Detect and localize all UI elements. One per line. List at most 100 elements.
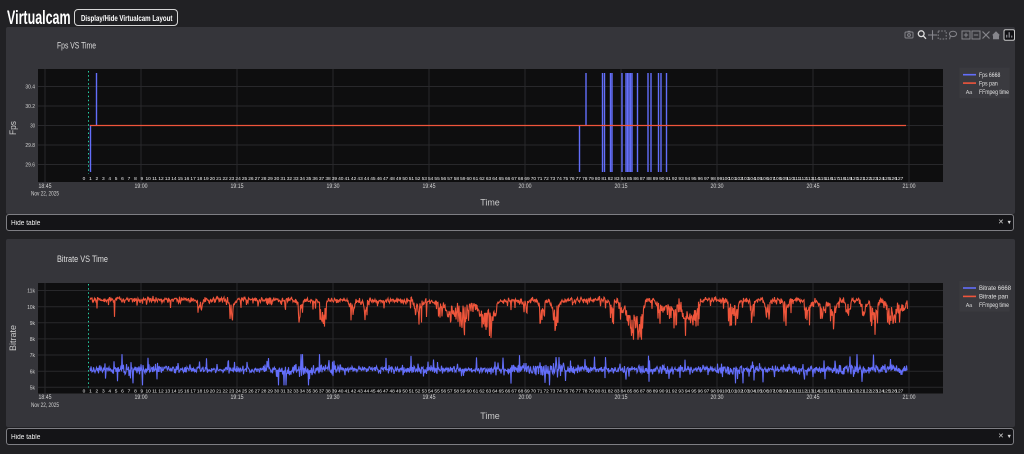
svg-text:35: 35 [306,176,312,182]
svg-text:22: 22 [223,389,229,395]
svg-text:29: 29 [268,176,274,182]
svg-text:70: 70 [531,176,537,182]
svg-text:7: 7 [128,389,131,395]
svg-text:19:30: 19:30 [327,394,340,401]
svg-text:66: 66 [505,389,511,395]
svg-text:Bitrate: Bitrate [7,325,18,351]
svg-text:50: 50 [402,176,408,182]
svg-text:2: 2 [95,176,98,182]
svg-text:81: 81 [601,176,607,182]
svg-text:7: 7 [128,176,131,182]
svg-text:76: 76 [569,176,575,182]
svg-text:96: 96 [698,176,704,182]
svg-text:94: 94 [685,176,691,182]
svg-text:Fps VS Time: Fps VS Time [57,41,96,52]
svg-text:19:15: 19:15 [231,183,244,190]
svg-text:12: 12 [158,389,164,395]
svg-text:44: 44 [364,176,370,182]
svg-text:57: 57 [447,176,453,182]
svg-text:93: 93 [678,389,684,395]
svg-text:11k: 11k [27,289,35,295]
svg-text:7k: 7k [30,353,35,359]
svg-text:19:00: 19:00 [135,183,148,190]
svg-text:29.8: 29.8 [25,143,35,149]
svg-text:86: 86 [633,176,639,182]
svg-text:29: 29 [268,389,274,395]
svg-text:20:15: 20:15 [615,183,628,190]
svg-text:0: 0 [83,176,86,182]
svg-text:55: 55 [434,176,440,182]
svg-text:20:15: 20:15 [615,394,628,401]
svg-text:97: 97 [704,176,710,182]
svg-text:58: 58 [454,176,460,182]
svg-text:8: 8 [134,176,137,182]
svg-text:80: 80 [595,389,601,395]
svg-text:20: 20 [210,389,216,395]
svg-text:43: 43 [357,389,363,395]
svg-text:61: 61 [473,176,479,182]
svg-text:59: 59 [460,389,466,395]
svg-text:24: 24 [235,176,241,182]
svg-text:18: 18 [197,389,203,395]
svg-text:51: 51 [409,389,415,395]
svg-text:Bitrate pan: Bitrate pan [979,294,1009,301]
svg-text:6: 6 [121,176,124,182]
svg-text:19:45: 19:45 [423,183,436,190]
svg-text:30.2: 30.2 [25,104,35,110]
svg-text:76: 76 [569,389,575,395]
svg-text:42: 42 [351,389,357,395]
svg-text:21:00: 21:00 [903,394,916,401]
svg-text:6k: 6k [30,369,35,375]
svg-text:31: 31 [280,389,286,395]
svg-text:20:45: 20:45 [807,183,820,190]
svg-text:40: 40 [338,176,344,182]
svg-text:41: 41 [345,176,351,182]
svg-text:5: 5 [115,176,118,182]
svg-text:67: 67 [511,389,517,395]
svg-text:37: 37 [319,389,325,395]
svg-text:90: 90 [659,389,665,395]
svg-text:Time: Time [480,197,500,208]
svg-text:16: 16 [184,176,190,182]
svg-text:60: 60 [467,176,473,182]
svg-text:Time: Time [480,410,500,421]
svg-text:94: 94 [685,389,691,395]
svg-text:16: 16 [184,389,190,395]
svg-text:87: 87 [640,176,646,182]
svg-text:20:30: 20:30 [711,394,724,401]
svg-text:63: 63 [486,389,492,395]
svg-text:95: 95 [691,389,697,395]
svg-text:71: 71 [537,176,543,182]
svg-text:13: 13 [165,389,171,395]
svg-text:54: 54 [428,176,434,182]
svg-text:10: 10 [146,176,152,182]
svg-text:91: 91 [666,389,672,395]
svg-text:30: 30 [274,176,280,182]
svg-text:48: 48 [390,176,396,182]
svg-text:52: 52 [415,176,421,182]
svg-text:15: 15 [178,176,184,182]
svg-text:3: 3 [102,176,105,182]
svg-text:Fps: Fps [7,121,18,135]
svg-text:45: 45 [370,389,376,395]
svg-text:34: 34 [300,176,306,182]
svg-text:87: 87 [640,389,646,395]
svg-text:0: 0 [83,389,86,395]
svg-text:127: 127 [895,176,903,182]
svg-text:Fps 6668: Fps 6668 [979,72,1001,79]
svg-text:60: 60 [467,389,473,395]
svg-text:Nov 22, 2025: Nov 22, 2025 [31,192,60,198]
svg-text:70: 70 [531,389,537,395]
svg-text:46: 46 [377,176,383,182]
svg-text:30.4: 30.4 [25,85,35,91]
svg-text:42: 42 [351,176,357,182]
svg-text:81: 81 [601,389,607,395]
svg-text:93: 93 [678,176,684,182]
svg-text:61: 61 [473,389,479,395]
svg-text:26: 26 [248,176,254,182]
svg-text:91: 91 [666,176,672,182]
svg-text:27: 27 [255,176,261,182]
svg-text:57: 57 [447,389,453,395]
svg-text:11: 11 [152,176,157,182]
svg-text:36: 36 [312,176,318,182]
